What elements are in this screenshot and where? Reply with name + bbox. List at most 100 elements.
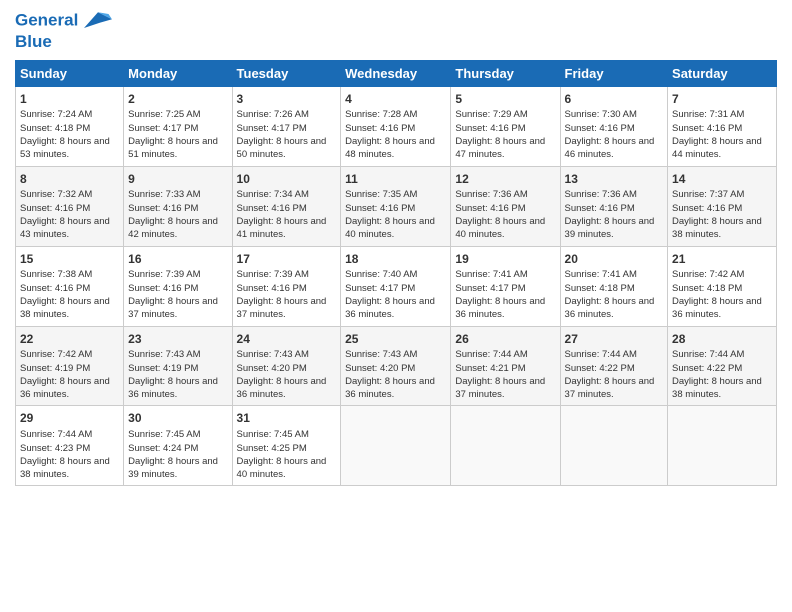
day-cell: 4Sunrise: 7:28 AMSunset: 4:16 PMDaylight… [341, 86, 451, 166]
daylight-text: Daylight: 8 hours and 50 minutes. [237, 136, 327, 160]
day-number: 15 [20, 251, 119, 268]
daylight-text: Daylight: 8 hours and 44 minutes. [672, 136, 762, 160]
daylight-text: Daylight: 8 hours and 36 minutes. [128, 376, 218, 400]
day-number: 17 [237, 251, 337, 268]
col-header-saturday: Saturday [668, 60, 777, 86]
sunset-text: Sunset: 4:18 PM [20, 123, 90, 134]
day-number: 27 [565, 331, 664, 348]
day-cell: 10Sunrise: 7:34 AMSunset: 4:16 PMDayligh… [232, 166, 341, 246]
day-cell: 22Sunrise: 7:42 AMSunset: 4:19 PMDayligh… [16, 326, 124, 406]
daylight-text: Daylight: 8 hours and 48 minutes. [345, 136, 435, 160]
logo-blue-text: Blue [15, 32, 112, 52]
day-cell [668, 406, 777, 486]
day-number: 21 [672, 251, 772, 268]
sunset-text: Sunset: 4:23 PM [20, 443, 90, 454]
sunrise-text: Sunrise: 7:29 AM [455, 109, 527, 120]
day-number: 10 [237, 171, 337, 188]
logo-bird-icon [84, 10, 112, 32]
daylight-text: Daylight: 8 hours and 38 minutes. [672, 216, 762, 240]
daylight-text: Daylight: 8 hours and 38 minutes. [672, 376, 762, 400]
sunrise-text: Sunrise: 7:33 AM [128, 189, 200, 200]
daylight-text: Daylight: 8 hours and 40 minutes. [455, 216, 545, 240]
daylight-text: Daylight: 8 hours and 37 minutes. [237, 296, 327, 320]
day-number: 20 [565, 251, 664, 268]
sunrise-text: Sunrise: 7:44 AM [565, 349, 637, 360]
sunset-text: Sunset: 4:17 PM [237, 123, 307, 134]
sunset-text: Sunset: 4:16 PM [565, 203, 635, 214]
day-number: 26 [455, 331, 555, 348]
col-header-monday: Monday [124, 60, 232, 86]
sunset-text: Sunset: 4:16 PM [672, 203, 742, 214]
sunrise-text: Sunrise: 7:39 AM [128, 269, 200, 280]
col-header-tuesday: Tuesday [232, 60, 341, 86]
day-number: 12 [455, 171, 555, 188]
sunrise-text: Sunrise: 7:45 AM [237, 429, 309, 440]
sunrise-text: Sunrise: 7:44 AM [455, 349, 527, 360]
day-cell: 28Sunrise: 7:44 AMSunset: 4:22 PMDayligh… [668, 326, 777, 406]
daylight-text: Daylight: 8 hours and 36 minutes. [672, 296, 762, 320]
day-cell: 19Sunrise: 7:41 AMSunset: 4:17 PMDayligh… [451, 246, 560, 326]
sunset-text: Sunset: 4:17 PM [128, 123, 198, 134]
sunset-text: Sunset: 4:16 PM [345, 123, 415, 134]
daylight-text: Daylight: 8 hours and 40 minutes. [237, 456, 327, 480]
sunrise-text: Sunrise: 7:44 AM [20, 429, 92, 440]
sunset-text: Sunset: 4:25 PM [237, 443, 307, 454]
day-cell: 23Sunrise: 7:43 AMSunset: 4:19 PMDayligh… [124, 326, 232, 406]
day-number: 1 [20, 91, 119, 108]
daylight-text: Daylight: 8 hours and 36 minutes. [345, 376, 435, 400]
day-cell: 1Sunrise: 7:24 AMSunset: 4:18 PMDaylight… [16, 86, 124, 166]
sunset-text: Sunset: 4:17 PM [345, 283, 415, 294]
day-number: 30 [128, 410, 227, 427]
day-cell: 11Sunrise: 7:35 AMSunset: 4:16 PMDayligh… [341, 166, 451, 246]
sunrise-text: Sunrise: 7:25 AM [128, 109, 200, 120]
sunrise-text: Sunrise: 7:30 AM [565, 109, 637, 120]
week-row-5: 29Sunrise: 7:44 AMSunset: 4:23 PMDayligh… [16, 406, 777, 486]
daylight-text: Daylight: 8 hours and 53 minutes. [20, 136, 110, 160]
sunrise-text: Sunrise: 7:38 AM [20, 269, 92, 280]
day-cell: 5Sunrise: 7:29 AMSunset: 4:16 PMDaylight… [451, 86, 560, 166]
week-row-2: 8Sunrise: 7:32 AMSunset: 4:16 PMDaylight… [16, 166, 777, 246]
sunset-text: Sunset: 4:16 PM [565, 123, 635, 134]
daylight-text: Daylight: 8 hours and 40 minutes. [345, 216, 435, 240]
sunrise-text: Sunrise: 7:37 AM [672, 189, 744, 200]
daylight-text: Daylight: 8 hours and 36 minutes. [20, 376, 110, 400]
sunset-text: Sunset: 4:20 PM [237, 363, 307, 374]
sunrise-text: Sunrise: 7:43 AM [345, 349, 417, 360]
sunset-text: Sunset: 4:24 PM [128, 443, 198, 454]
sunset-text: Sunset: 4:19 PM [20, 363, 90, 374]
sunrise-text: Sunrise: 7:42 AM [20, 349, 92, 360]
sunset-text: Sunset: 4:22 PM [565, 363, 635, 374]
sunrise-text: Sunrise: 7:43 AM [128, 349, 200, 360]
sunset-text: Sunset: 4:16 PM [237, 283, 307, 294]
day-cell: 2Sunrise: 7:25 AMSunset: 4:17 PMDaylight… [124, 86, 232, 166]
day-cell: 14Sunrise: 7:37 AMSunset: 4:16 PMDayligh… [668, 166, 777, 246]
daylight-text: Daylight: 8 hours and 41 minutes. [237, 216, 327, 240]
day-number: 25 [345, 331, 446, 348]
day-number: 18 [345, 251, 446, 268]
daylight-text: Daylight: 8 hours and 36 minutes. [455, 296, 545, 320]
day-number: 24 [237, 331, 337, 348]
sunrise-text: Sunrise: 7:26 AM [237, 109, 309, 120]
header-row-days: SundayMondayTuesdayWednesdayThursdayFrid… [16, 60, 777, 86]
sunrise-text: Sunrise: 7:42 AM [672, 269, 744, 280]
sunset-text: Sunset: 4:16 PM [128, 283, 198, 294]
day-cell: 30Sunrise: 7:45 AMSunset: 4:24 PMDayligh… [124, 406, 232, 486]
sunset-text: Sunset: 4:16 PM [128, 203, 198, 214]
day-number: 19 [455, 251, 555, 268]
day-number: 6 [565, 91, 664, 108]
day-number: 11 [345, 171, 446, 188]
day-cell: 7Sunrise: 7:31 AMSunset: 4:16 PMDaylight… [668, 86, 777, 166]
daylight-text: Daylight: 8 hours and 37 minutes. [128, 296, 218, 320]
col-header-friday: Friday [560, 60, 668, 86]
col-header-sunday: Sunday [16, 60, 124, 86]
sunset-text: Sunset: 4:16 PM [237, 203, 307, 214]
col-header-wednesday: Wednesday [341, 60, 451, 86]
daylight-text: Daylight: 8 hours and 47 minutes. [455, 136, 545, 160]
daylight-text: Daylight: 8 hours and 36 minutes. [565, 296, 655, 320]
daylight-text: Daylight: 8 hours and 37 minutes. [565, 376, 655, 400]
day-cell: 31Sunrise: 7:45 AMSunset: 4:25 PMDayligh… [232, 406, 341, 486]
day-cell: 8Sunrise: 7:32 AMSunset: 4:16 PMDaylight… [16, 166, 124, 246]
day-number: 16 [128, 251, 227, 268]
sunrise-text: Sunrise: 7:36 AM [565, 189, 637, 200]
day-number: 9 [128, 171, 227, 188]
